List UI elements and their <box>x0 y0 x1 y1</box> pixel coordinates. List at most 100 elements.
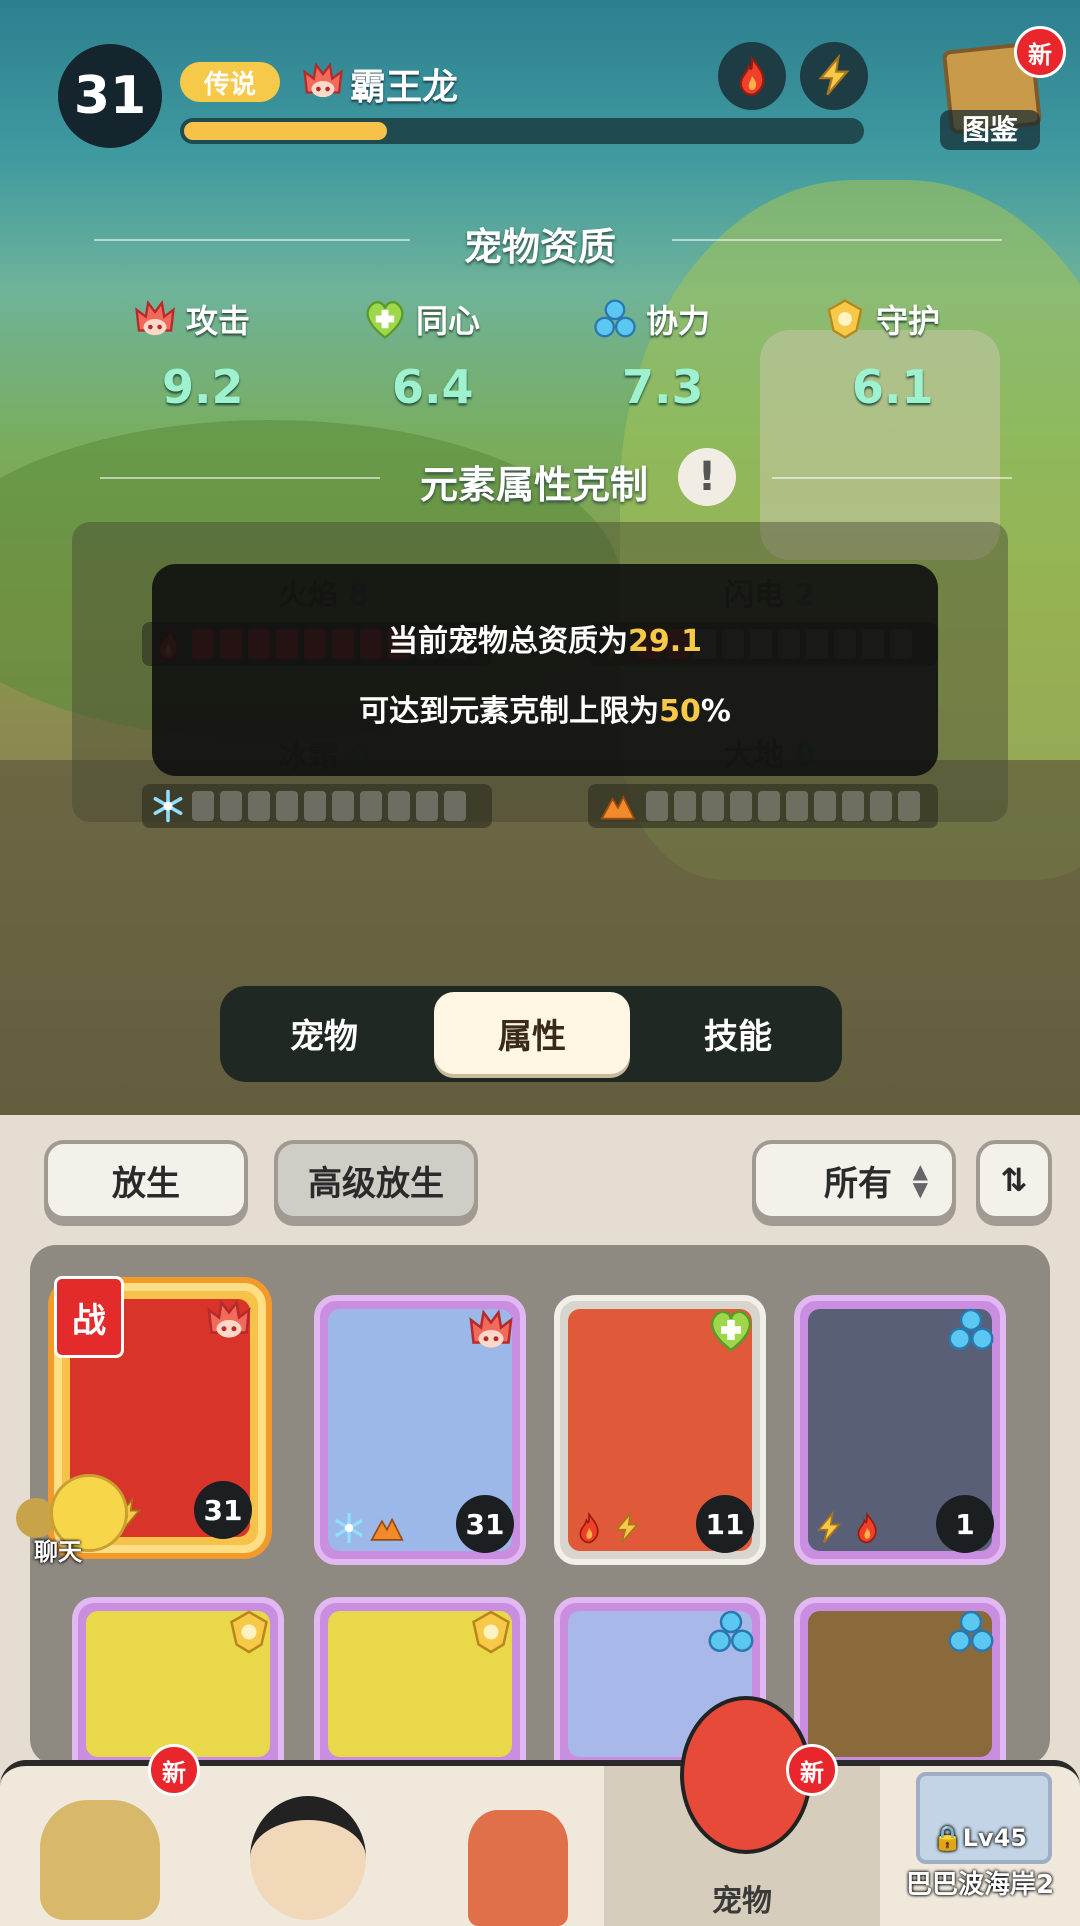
divider <box>772 477 1012 479</box>
fire-icon <box>730 54 774 98</box>
nav-new-badge: 新 <box>786 1744 838 1796</box>
element-segment <box>786 791 808 821</box>
pet-level: 31 <box>456 1495 514 1553</box>
earth-icon <box>596 788 640 824</box>
filter-value: 所有 <box>824 1163 892 1204</box>
pet-name: 霸王龙 <box>350 67 459 108</box>
stat-value: 9.2 <box>162 360 244 414</box>
pet-card[interactable] <box>314 1597 526 1765</box>
element-segment <box>416 791 438 821</box>
divider <box>100 477 380 479</box>
element-segment <box>646 791 668 821</box>
pet-card[interactable]: 11 <box>554 1295 766 1565</box>
element-segment <box>444 791 466 821</box>
stat-value: 6.4 <box>392 360 474 414</box>
guard-icon <box>822 296 868 342</box>
ice-icon <box>332 1511 366 1545</box>
fire-icon <box>572 1511 606 1545</box>
stat-label: 攻击 <box>186 302 251 340</box>
ice-element-bar <box>142 784 492 828</box>
stat-label: 守护 <box>876 302 941 340</box>
cooperation-icon <box>706 1607 756 1657</box>
attack-icon <box>300 58 346 104</box>
stat-attack: 攻击 9.2 <box>132 296 312 414</box>
pet-card[interactable]: 1 <box>794 1295 1006 1565</box>
heart-icon <box>362 296 408 342</box>
chat-button[interactable]: 聊天 <box>16 1474 128 1566</box>
release-button[interactable]: 放生 <box>44 1140 248 1220</box>
attack-icon <box>132 296 178 342</box>
cooperation-icon <box>592 296 638 342</box>
pet-level: 1 <box>936 1495 994 1553</box>
element-segment <box>730 791 752 821</box>
tab-bar: 宠物 属性 技能 <box>220 986 842 1082</box>
tab-attributes[interactable]: 属性 <box>434 992 630 1074</box>
nav-item-character-2[interactable] <box>216 1766 412 1926</box>
element-segment <box>304 791 326 821</box>
lightning-icon <box>812 1511 846 1545</box>
chat-label: 聊天 <box>34 1538 82 1566</box>
map-name: 巴巴波海岸2 <box>905 1870 1055 1900</box>
stat-label: 同心 <box>416 302 481 340</box>
element-segment <box>332 791 354 821</box>
tab-skills[interactable]: 技能 <box>640 992 836 1074</box>
pet-card[interactable] <box>794 1597 1006 1765</box>
element-segment <box>360 791 382 821</box>
element-segment <box>248 791 270 821</box>
sort-button[interactable]: ⇅ <box>976 1140 1052 1220</box>
sort-icon: ⇅ <box>1000 1161 1028 1199</box>
exp-bar-fill <box>184 122 387 140</box>
stat-value: 6.1 <box>852 360 934 414</box>
element-segment <box>898 791 920 821</box>
fire-element-button[interactable] <box>718 42 786 110</box>
earth-element-bar <box>588 784 938 828</box>
element-segment <box>702 791 724 821</box>
attack-icon <box>466 1305 516 1355</box>
heart-icon <box>706 1305 756 1355</box>
pet-grid: 31 31 11 1 <box>30 1245 1050 1765</box>
pet-card[interactable] <box>72 1597 284 1765</box>
lightning-icon <box>610 1511 644 1545</box>
element-segment <box>814 791 836 821</box>
element-restraint-title: 元素属性克制 <box>420 463 649 507</box>
fire-icon <box>850 1511 884 1545</box>
cooperation-icon <box>946 1607 996 1657</box>
pet-card[interactable]: 31 <box>314 1295 526 1565</box>
rarity-badge: 传说 <box>180 62 280 102</box>
filter-dropdown[interactable]: 所有 ▲ ▼ <box>752 1140 956 1220</box>
exp-bar <box>180 118 864 144</box>
nav-item-pets[interactable]: 宠物 <box>604 1696 880 1926</box>
advanced-release-button[interactable]: 高级放生 <box>274 1140 478 1220</box>
codex-new-badge: 新 <box>1014 26 1066 78</box>
aptitude-tooltip: 当前宠物总资质为29.1 可达到元素克制上限为50% <box>152 564 938 776</box>
locked-map-button[interactable]: 🔒Lv45 巴巴波海岸2 <box>880 1764 1080 1920</box>
lightning-icon <box>812 54 856 98</box>
sort-arrows-icon: ▲ ▼ <box>912 1159 928 1201</box>
element-segment <box>674 791 696 821</box>
stat-cooperation: 协力 7.3 <box>592 296 772 414</box>
character-avatar-icon <box>250 1796 366 1920</box>
map-level: 🔒Lv45 <box>932 1824 1028 1852</box>
element-segment <box>870 791 892 821</box>
attack-icon <box>204 1295 254 1345</box>
earth-icon <box>370 1511 404 1545</box>
nav-item-character-3[interactable] <box>420 1766 616 1926</box>
tab-pet[interactable]: 宠物 <box>226 992 422 1074</box>
element-segment <box>220 791 242 821</box>
cooperation-icon <box>946 1305 996 1355</box>
character-avatar-icon <box>40 1800 160 1920</box>
character-avatar-icon <box>468 1810 568 1926</box>
ice-icon <box>150 788 186 824</box>
element-segment <box>842 791 864 821</box>
pet-level-badge: 31 <box>58 44 162 148</box>
element-segment <box>758 791 780 821</box>
stat-heart: 同心 6.4 <box>362 296 542 414</box>
guard-icon <box>224 1607 274 1657</box>
stat-label: 协力 <box>646 302 711 340</box>
info-button[interactable]: ! <box>678 448 736 506</box>
element-segment <box>192 791 214 821</box>
aptitude-title: 宠物资质 <box>463 225 616 269</box>
element-segment <box>276 791 298 821</box>
lightning-element-button[interactable] <box>800 42 868 110</box>
stat-value: 7.3 <box>622 360 704 414</box>
